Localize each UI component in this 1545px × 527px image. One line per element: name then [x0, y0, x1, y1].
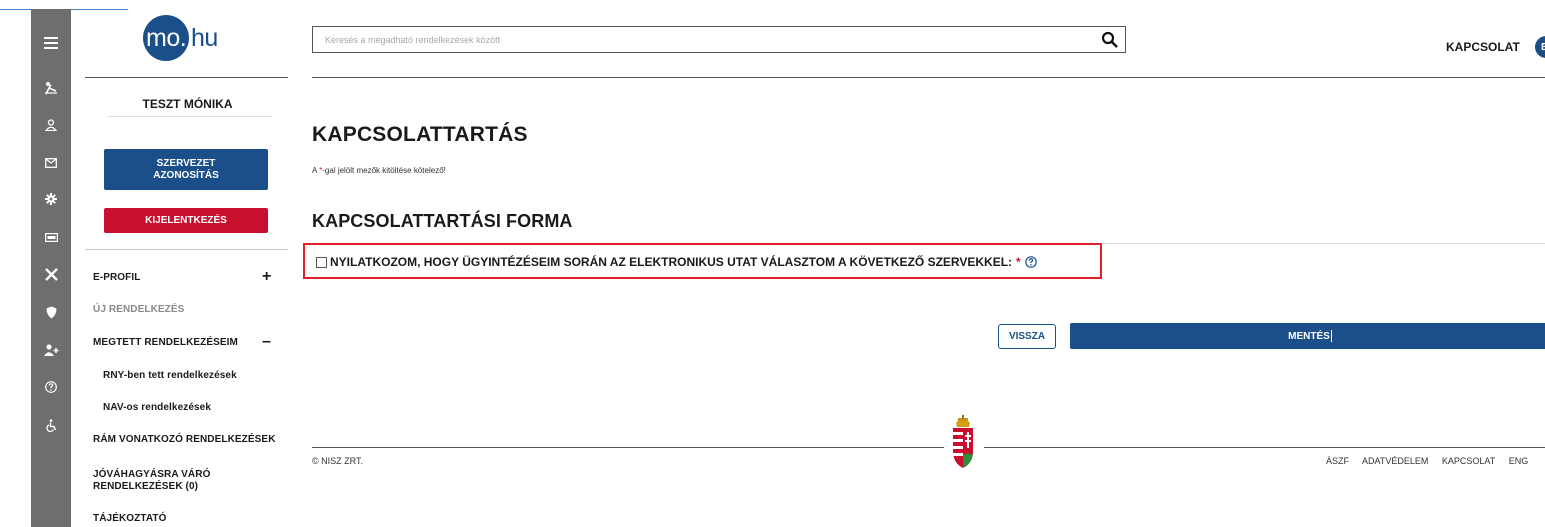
sidebar-nav-divider [85, 249, 288, 250]
user-name-underline [107, 116, 273, 117]
site-logo[interactable]: mo. hu [143, 15, 218, 61]
logo-text: mo. [146, 23, 187, 52]
sidebar-divider [85, 77, 288, 78]
search-icon[interactable] [1101, 31, 1119, 49]
section-title: KAPCSOLATTARTÁSI FORMA [312, 211, 573, 231]
save-button-label: MENTÉS [1288, 330, 1330, 342]
logout-button[interactable]: KIJELENTKEZÉS [104, 208, 268, 233]
save-button[interactable]: MENTÉS [1070, 323, 1545, 349]
expand-icon[interactable]: + [262, 268, 271, 286]
add-user-icon[interactable] [31, 340, 71, 360]
search-box [312, 26, 1126, 53]
help-icon[interactable] [1024, 256, 1037, 268]
declaration-label: NYILATKOZOM, HOGY ÜGYINTÉZÉSEIM SORÁN AZ… [330, 255, 1013, 269]
organization-identification-button[interactable]: SZERVEZET AZONOSÍTÁS [104, 149, 268, 190]
sidebar-item-awaiting-approval[interactable]: JÓVÁHAGYÁSRA VÁRÓ RENDELKEZÉSEK (0) [93, 469, 243, 493]
footer-links: ÁSZF ADATVÉDELEM KAPCSOLAT ENG [1326, 456, 1539, 466]
header-divider [312, 77, 1545, 78]
required-fields-note: A *-gal jelölt mezők kitöltése kötelező! [312, 166, 446, 175]
gear-icon[interactable] [31, 189, 71, 209]
footer-divider-left [312, 447, 944, 448]
user-name: TESZT MÓNIKA [142, 97, 233, 111]
footer-link-privacy[interactable]: ADATVÉDELEM [1362, 456, 1428, 466]
footer-link-contact[interactable]: KAPCSOLAT [1442, 456, 1495, 466]
required-note-suffix: -gal jelölt mezők kitöltése kötelező! [322, 166, 446, 175]
page-title: KAPCSOLATTARTÁS [312, 123, 528, 146]
language-switch[interactable]: E [1535, 36, 1545, 58]
icon-rail [31, 9, 71, 527]
text-cursor [1330, 330, 1332, 342]
coat-of-arms-icon [953, 415, 973, 468]
sidebar-item-e-profil[interactable]: E-PROFIL [93, 272, 140, 283]
logo-circle: mo. [143, 15, 189, 61]
person-pointing-icon[interactable] [31, 78, 71, 98]
logo-text-suffix: hu [191, 23, 218, 52]
footer-link-english[interactable]: ENG [1509, 456, 1529, 466]
id-card-icon[interactable] [31, 227, 71, 247]
required-star: * [1016, 255, 1021, 269]
footer-link-aszf[interactable]: ÁSZF [1326, 456, 1349, 466]
collapse-icon[interactable]: – [262, 333, 271, 351]
sidebar-item-my-arrangements[interactable]: MEGTETT RENDELKEZÉSEIM [93, 337, 238, 348]
sidebar-item-concerning-me[interactable]: RÁM VONATKOZÓ RENDELKEZÉSEK [93, 434, 276, 445]
sidebar-item-information[interactable]: TÁJÉKOZTATÓ [93, 513, 167, 524]
accessibility-icon[interactable] [31, 415, 71, 435]
shield-icon[interactable] [31, 302, 71, 322]
user-icon[interactable] [31, 115, 71, 135]
help-circle-icon[interactable] [31, 377, 71, 397]
sidebar-subitem-rny[interactable]: RNY-ben tett rendelkezések [103, 370, 237, 381]
header-contact-link[interactable]: KAPCSOLAT [1446, 40, 1520, 54]
menu-icon[interactable] [31, 33, 71, 53]
tools-icon[interactable] [31, 264, 71, 284]
sidebar-subitem-nav[interactable]: NAV-os rendelkezések [103, 402, 211, 413]
back-button[interactable]: VISSZA [998, 324, 1056, 349]
sidebar-item-new-arrangement[interactable]: ÚJ RENDELKEZÉS [93, 304, 184, 315]
footer-divider-right [984, 447, 1545, 448]
copyright-text: © NISZ ZRT. [312, 456, 363, 466]
declaration-checkbox[interactable] [316, 256, 327, 268]
declaration-row: NYILATKOZOM, HOGY ÜGYINTÉZÉSEIM SORÁN AZ… [316, 255, 1037, 269]
search-input[interactable] [313, 27, 1093, 52]
mail-icon[interactable] [31, 153, 71, 173]
